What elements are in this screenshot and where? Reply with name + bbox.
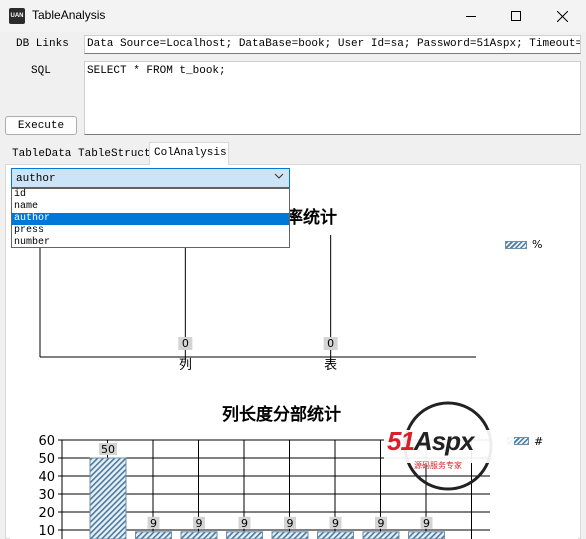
y-tick-label: 10: [38, 524, 55, 539]
minimize-icon: [466, 16, 476, 17]
data-label: 9: [241, 517, 248, 530]
db-links-label: DB Links: [16, 38, 69, 50]
execute-button[interactable]: Execute: [5, 116, 77, 135]
bar: [226, 531, 263, 539]
brand-watermark: 51Aspx 源码服务专家: [384, 400, 514, 492]
legend-label: #: [534, 435, 544, 448]
bar: [135, 531, 172, 539]
y-tick-label: 60: [38, 434, 55, 449]
window-title: TableAnalysis: [32, 8, 106, 22]
data-label: 9: [332, 517, 339, 530]
minimize-button[interactable]: [448, 0, 494, 32]
data-label: 0: [182, 337, 189, 350]
close-button[interactable]: [539, 0, 585, 32]
dropdown-option[interactable]: author: [12, 213, 289, 225]
logo-brand: 51Aspx: [387, 426, 474, 456]
sql-label: SQL: [31, 65, 51, 77]
y-tick-label: 20: [38, 506, 55, 521]
dropdown-option[interactable]: number: [12, 237, 289, 249]
y-tick-label: 30: [38, 488, 55, 503]
tab-colanalysis[interactable]: ColAnalysis: [149, 142, 229, 165]
bar: [362, 531, 400, 539]
data-label: 0: [327, 337, 334, 350]
dropdown-option[interactable]: id: [12, 189, 289, 201]
dropdown-option[interactable]: press: [12, 225, 289, 237]
bar: [180, 531, 218, 539]
column-select-value: author: [16, 173, 56, 185]
data-label: 9: [378, 517, 385, 530]
x-tick-label: 表: [324, 358, 337, 373]
close-icon: [556, 10, 568, 22]
x-tick-label: 列: [179, 358, 192, 373]
data-label: 9: [423, 517, 430, 530]
db-links-input[interactable]: Data Source=Localhost; DataBase=book; Us…: [84, 35, 581, 54]
sql-input[interactable]: SELECT * FROM t_book;: [84, 61, 581, 135]
data-label: 9: [287, 517, 294, 530]
bar: [408, 531, 445, 539]
maximize-button[interactable]: [493, 0, 539, 32]
maximize-icon: [511, 11, 521, 21]
data-label: 9: [196, 517, 203, 530]
logo-subtitle: 源码服务专家: [414, 461, 462, 470]
title-bar: UAN TableAnalysis: [0, 0, 586, 32]
y-tick-label: 40: [38, 470, 55, 485]
y-tick-label: 50: [38, 452, 55, 467]
app-icon: UAN: [9, 8, 25, 24]
column-select[interactable]: author: [11, 168, 290, 188]
tab-tabledata[interactable]: TableData: [8, 145, 75, 164]
bar: [317, 531, 354, 539]
tab-tablestruct[interactable]: TableStruct: [74, 145, 155, 164]
bar: [89, 457, 127, 539]
chevron-down-icon: [274, 171, 284, 184]
legend-swatch: [505, 241, 527, 249]
column-select-dropdown: id name author press number: [11, 188, 290, 248]
data-label: 50: [101, 443, 115, 456]
dropdown-option[interactable]: name: [12, 201, 289, 213]
bar: [271, 531, 309, 539]
legend-label: %: [532, 238, 543, 251]
data-label: 9: [150, 517, 157, 530]
